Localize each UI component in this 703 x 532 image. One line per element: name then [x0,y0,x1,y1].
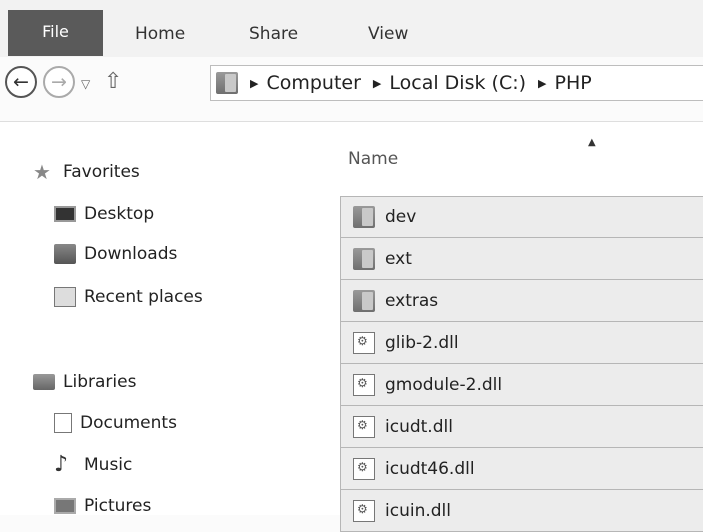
dll-file-icon [353,499,375,522]
up-button[interactable]: ⇧ [104,69,122,94]
address-bar[interactable]: ▶ Computer ▶ Local Disk (C:) ▶ PHP [210,65,703,101]
documents-icon [54,413,72,433]
ribbon: File Home Share View [0,0,703,57]
back-arrow-icon: ← [13,70,29,93]
nav-item-label: Documents [80,413,177,433]
list-item[interactable]: icudt.dll [340,406,703,448]
folder-icon [353,206,375,228]
navigation-bar: ← → ▽ ⇧ ▶ Computer ▶ Local Disk (C:) ▶ P… [0,57,703,122]
pictures-icon [54,498,76,514]
breadcrumb-separator-icon[interactable]: ▶ [250,77,258,90]
music-icon: ♪ [54,452,69,477]
nav-item-music[interactable]: ♪ Music [54,452,133,477]
breadcrumb-separator-icon[interactable]: ▶ [373,77,381,90]
nav-item-label: Recent places [84,287,203,307]
file-name: gmodule-2.dll [385,374,503,395]
nav-item-label: Desktop [84,204,155,224]
downloads-icon [54,244,76,264]
forward-arrow-icon: → [51,70,67,93]
list-item[interactable]: extras [340,280,703,322]
list-item[interactable]: icuin.dll [340,490,703,532]
folder-icon [216,72,238,94]
list-item[interactable]: dev [340,196,703,238]
breadcrumb-local-disk[interactable]: Local Disk (C:) [389,72,526,94]
dll-file-icon [353,457,375,480]
tab-view[interactable]: View [368,24,408,44]
nav-favorites[interactable]: ★ Favorites [33,162,140,182]
file-rows: dev ext extras glib-2.dll gmodule-2.dll … [340,196,703,532]
nav-item-recent-places[interactable]: Recent places [54,287,203,307]
navigation-pane: ★ Favorites Desktop Downloads Recent pla… [0,122,315,516]
chevron-down-icon: ▽ [81,77,91,91]
nav-item-documents[interactable]: Documents [54,413,177,433]
back-button[interactable]: ← [5,66,37,98]
up-arrow-icon: ⇧ [104,69,123,94]
nav-item-downloads[interactable]: Downloads [54,244,177,264]
breadcrumb-php[interactable]: PHP [555,72,592,94]
nav-item-label: Downloads [84,244,178,264]
tab-home[interactable]: Home [135,24,185,44]
tab-file[interactable]: File [8,10,103,56]
list-item[interactable]: ext [340,238,703,280]
breadcrumb-separator-icon[interactable]: ▶ [538,77,546,90]
dll-file-icon [353,331,375,354]
star-icon: ★ [33,160,51,184]
column-header-name[interactable]: Name [348,149,398,169]
list-item[interactable]: glib-2.dll [340,322,703,364]
nav-favorites-label: Favorites [63,162,140,182]
list-item[interactable]: icudt46.dll [340,448,703,490]
folder-icon [353,247,375,270]
forward-button[interactable]: → [43,66,75,98]
file-list: ▲ Name dev ext extras glib-2.dll gmodule… [315,122,703,532]
file-name: icudt46.dll [385,458,475,479]
nav-libraries-label: Libraries [63,372,137,392]
file-name: icuin.dll [385,500,451,521]
recent-locations-button[interactable]: ▽ [81,77,90,91]
libraries-icon [33,374,55,390]
nav-item-desktop[interactable]: Desktop [54,204,154,224]
breadcrumb-computer[interactable]: Computer [266,72,360,94]
folder-icon [353,289,375,312]
file-name: dev [385,207,417,227]
sort-ascending-icon: ▲ [588,137,596,148]
nav-libraries[interactable]: Libraries [33,372,136,392]
dll-file-icon [353,373,375,396]
nav-item-label: Music [84,455,133,475]
dll-file-icon [353,415,375,438]
file-name: glib-2.dll [385,332,459,353]
file-name: icudt.dll [385,416,453,437]
tab-share[interactable]: Share [249,24,298,44]
nav-item-pictures[interactable]: Pictures [54,496,151,516]
file-name: ext [385,248,412,269]
recent-places-icon [54,287,76,307]
nav-item-label: Pictures [84,496,152,516]
desktop-icon [54,206,76,222]
list-item[interactable]: gmodule-2.dll [340,364,703,406]
file-name: extras [385,290,439,311]
